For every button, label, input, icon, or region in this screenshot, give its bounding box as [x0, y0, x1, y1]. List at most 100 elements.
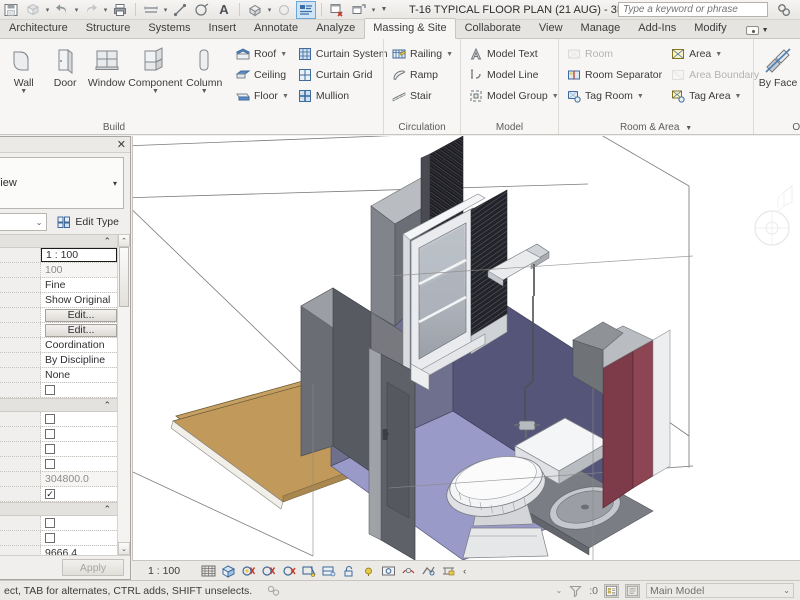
property-row-hidden-line[interactable]: den ... By Discipline — [0, 353, 117, 368]
panel-dropdown-caret[interactable]: ▼ — [685, 125, 692, 132]
property-row-discipline[interactable]: Coordination — [0, 338, 117, 353]
tag-icon[interactable] — [192, 1, 212, 19]
wall-dropdown-caret[interactable]: ▼ — [20, 88, 27, 95]
wall-button[interactable]: Wall ▼ — [4, 42, 43, 95]
unlock-3d-view-icon[interactable] — [341, 564, 356, 578]
save-icon[interactable] — [1, 1, 21, 19]
tab-massing-and-site[interactable]: Massing & Site — [364, 18, 456, 39]
property-row-scale-value[interactable]: e 1: 100 — [0, 263, 117, 278]
edit-button[interactable]: Edit... — [45, 323, 117, 337]
steering-wheel-icon[interactable] — [752, 180, 796, 256]
checkbox[interactable] — [45, 459, 55, 469]
visual-style-icon[interactable] — [221, 564, 236, 578]
shadows-icon[interactable] — [261, 564, 276, 578]
component-button[interactable]: Component ▼ — [128, 42, 183, 95]
crop-view-icon[interactable] — [301, 564, 316, 578]
sun-path-icon[interactable] — [241, 564, 256, 578]
properties-group-header-2[interactable]: ⌃ — [0, 398, 117, 412]
mullion-button[interactable]: Mullion — [294, 86, 391, 106]
properties-group-header[interactable]: ⌃ — [0, 234, 117, 248]
detail-level-icon[interactable] — [201, 564, 216, 578]
area-dropdown-caret[interactable]: ▼ — [715, 51, 722, 58]
tab-modify[interactable]: Modify — [685, 19, 735, 38]
room-button[interactable]: Room — [563, 44, 665, 64]
ribbon-display-options[interactable]: ▼ — [745, 26, 769, 38]
redo-dropdown-caret[interactable]: ▾ — [102, 6, 109, 14]
collapse-icon[interactable]: ⌃ — [103, 400, 111, 411]
chevron-down-icon[interactable]: ⌄ — [36, 218, 43, 227]
curtain-grid-button[interactable]: Curtain Grid — [294, 65, 391, 85]
apply-button[interactable]: Apply — [62, 559, 124, 576]
stair-button[interactable]: Stair — [388, 86, 456, 106]
text-icon[interactable]: A — [214, 1, 234, 19]
show-crop-region-icon[interactable] — [321, 564, 336, 578]
hide-analytical-model-icon[interactable] — [421, 564, 436, 578]
ceiling-button[interactable]: Ceiling — [232, 65, 292, 85]
property-value[interactable]: By Discipline — [41, 353, 117, 367]
area-boundary-button[interactable]: Area Boundary — [667, 65, 762, 85]
floor-button[interactable]: Floor ▼ — [232, 86, 292, 106]
editable-only-icon[interactable] — [604, 583, 619, 598]
open-icon[interactable] — [23, 1, 43, 19]
default-3d-view-icon[interactable] — [245, 1, 265, 19]
switch-windows-icon[interactable] — [349, 1, 369, 19]
checkbox[interactable] — [45, 444, 55, 454]
scrollbar-thumb[interactable] — [119, 247, 129, 307]
property-row-analysis-display[interactable]: naly... None — [0, 368, 117, 383]
tab-annotate[interactable]: Annotate — [245, 19, 307, 38]
property-row-check-1[interactable]: ˈ — [0, 412, 117, 427]
property-value[interactable]: None — [41, 368, 117, 382]
chevron-down-icon[interactable]: ▾ — [113, 179, 117, 188]
aligned-dimension-icon[interactable] — [170, 1, 190, 19]
property-row-check-6[interactable]: re — [0, 531, 117, 546]
tab-collaborate[interactable]: Collaborate — [456, 19, 530, 38]
3d-viewport[interactable] — [132, 136, 800, 560]
scroll-down-icon[interactable]: ⌄ — [118, 542, 130, 555]
property-row-check-4[interactable]: ctive — [0, 457, 117, 472]
checkbox[interactable] — [45, 533, 55, 543]
railing-button[interactable]: Railing ▼ — [388, 44, 456, 64]
reveal-hidden-elements-icon[interactable] — [381, 564, 396, 578]
redo-icon[interactable] — [81, 1, 101, 19]
by-face-button[interactable]: By Face — [758, 42, 798, 89]
roof-button[interactable]: Roof ▼ — [232, 44, 292, 64]
railing-dropdown-caret[interactable]: ▼ — [446, 51, 453, 58]
panel-title-room-and-area[interactable]: Room & Area ▼ — [563, 121, 749, 134]
column-dropdown-caret[interactable]: ▼ — [201, 88, 208, 95]
property-row-check-2[interactable]: on ... — [0, 427, 117, 442]
property-row-parts-visibility[interactable]: ility Show Original — [0, 293, 117, 308]
ramp-button[interactable]: Ramp — [388, 65, 456, 85]
thin-lines-icon[interactable] — [296, 0, 316, 19]
tag-area-button[interactable]: Tag Area ▼ — [667, 86, 762, 106]
checkbox[interactable] — [45, 414, 55, 424]
tag-room-button[interactable]: Tag Room ▼ — [563, 86, 665, 106]
search-box[interactable] — [618, 2, 768, 17]
exclude-options-icon[interactable] — [625, 583, 640, 598]
search-input[interactable] — [619, 3, 767, 16]
close-hidden-windows-icon[interactable] — [327, 1, 347, 19]
tab-addins[interactable]: Add-Ins — [629, 19, 685, 38]
measure-dropdown-caret[interactable]: ▾ — [162, 6, 169, 14]
property-row-check-3[interactable]: n Cr... — [0, 442, 117, 457]
scrollbar-track[interactable] — [118, 247, 130, 542]
checkbox[interactable] — [45, 385, 55, 395]
temporary-view-properties-icon[interactable] — [401, 564, 416, 578]
worksets-icon[interactable] — [266, 584, 281, 598]
floor-dropdown-caret[interactable]: ▼ — [282, 93, 289, 100]
tab-view[interactable]: View — [530, 19, 572, 38]
undo-icon[interactable] — [52, 1, 72, 19]
property-row-check-5[interactable]: nent... — [0, 516, 117, 531]
property-value[interactable]: Fine — [41, 278, 117, 292]
view-scale-label[interactable]: 1 : 100 — [148, 565, 180, 577]
property-value[interactable]: 1 : 100 — [41, 248, 117, 262]
property-value[interactable]: 9666.4 — [41, 546, 117, 555]
render-dialog-icon[interactable] — [281, 564, 296, 578]
tab-manage[interactable]: Manage — [572, 19, 630, 38]
property-row-detail-level[interactable]: el Fine — [0, 278, 117, 293]
tag-area-dropdown-caret[interactable]: ▼ — [735, 93, 742, 100]
undo-dropdown-caret[interactable]: ▾ — [73, 6, 80, 14]
edit-type-button[interactable]: Edit Type — [51, 213, 124, 231]
chevron-down-icon[interactable]: ⌄ — [783, 586, 790, 595]
property-row-scale[interactable]: e 1 : 100 — [0, 248, 117, 263]
filter-icon[interactable] — [568, 584, 583, 598]
